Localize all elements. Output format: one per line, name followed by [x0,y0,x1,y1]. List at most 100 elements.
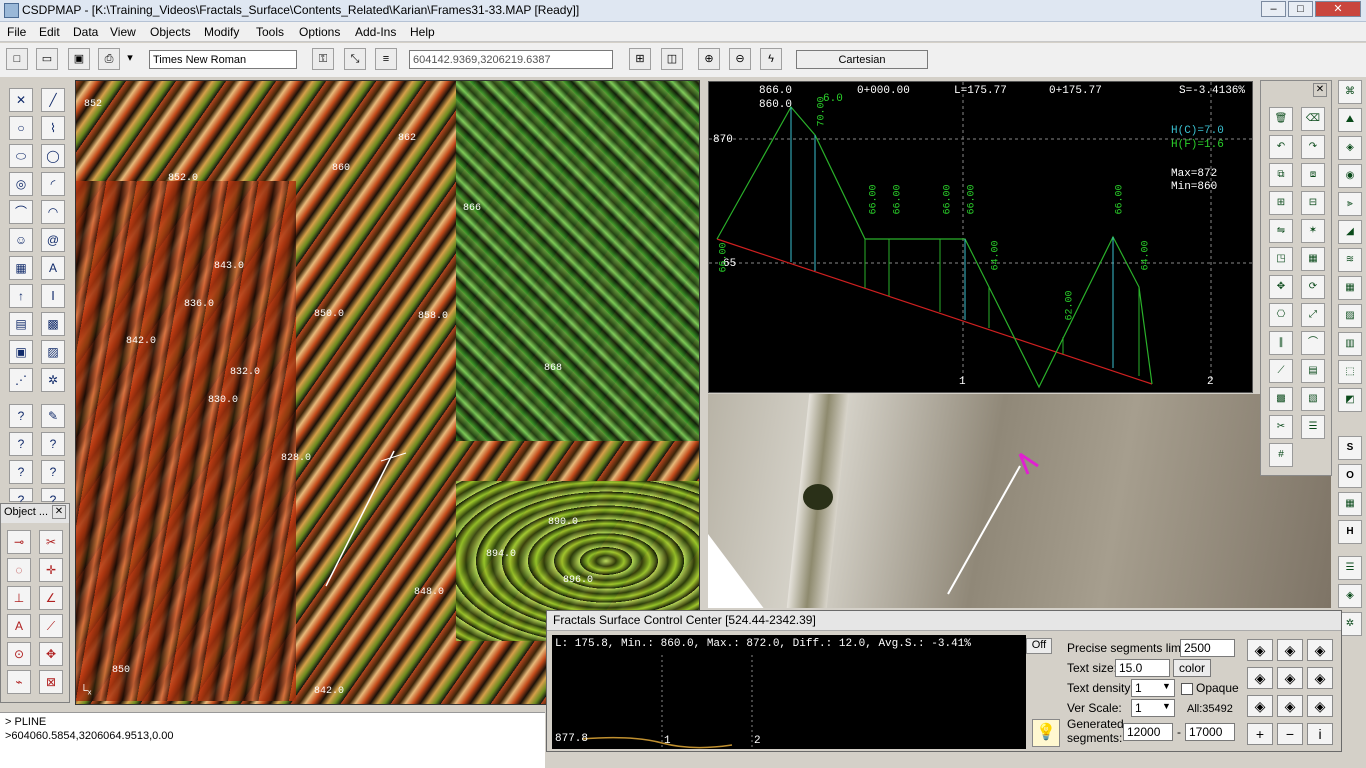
aerial-image-view[interactable] [708,394,1331,608]
grid-tool-icon[interactable]: # [1269,443,1293,467]
lightning-icon[interactable]: ϟ [760,48,782,70]
ungroup-icon[interactable]: ⊟ [1301,191,1325,215]
volume-icon[interactable]: ▦ [1338,276,1362,300]
array-icon[interactable]: ▦ [1301,247,1325,271]
mirror-icon[interactable]: ⇋ [1269,219,1293,243]
text-icon[interactable]: A [41,256,65,280]
snap-icon[interactable]: ⤡ [344,48,366,70]
menu-edit[interactable]: Edit [39,25,60,39]
menu-objects[interactable]: Objects [150,25,191,39]
zoom-in-icon[interactable]: ⊕ [698,48,720,70]
menu-help[interactable]: Help [410,25,435,39]
query-more-icon[interactable]: ? [9,488,33,507]
text-insert-icon[interactable]: Ⅰ [41,284,65,308]
contour-icon[interactable]: ≋ [1338,248,1362,272]
scale-icon[interactable]: ◳ [1269,247,1293,271]
cross-line-icon[interactable]: ✕ [9,88,33,112]
maximize-button[interactable]: □ [1288,1,1313,17]
arc-icon[interactable]: ◜ [41,172,65,196]
spiral-icon[interactable]: @ [41,228,65,252]
palette-icon[interactable]: ◈ [1338,584,1362,608]
move-icon[interactable]: ✥ [1269,275,1293,299]
endpoint-icon[interactable]: ⌁ [7,670,31,694]
fillet-icon[interactable]: ⌒ [1301,331,1325,355]
opaque-checkbox[interactable] [1181,683,1193,695]
surface-tool-icon[interactable]: ◈ [1277,695,1303,717]
image-tool-icon[interactable]: ▩ [1269,387,1293,411]
tangent-icon[interactable]: ⟋ [39,614,63,638]
line-icon[interactable]: ╱ [41,88,65,112]
gear-icon[interactable]: ✲ [41,368,65,392]
menu-tools[interactable]: Tools [256,25,284,39]
query-db-icon[interactable]: ? [41,432,65,456]
h-button[interactable]: H [1338,520,1362,544]
s-button[interactable]: S [1338,436,1362,460]
profile-view[interactable]: 866.0 860.0 6.0 0+000.00 L=175.77 0+175.… [708,81,1254,393]
open-folder-icon[interactable]: ▭ [36,48,58,70]
block-icon[interactable]: ▤ [9,312,33,336]
projection-field[interactable]: Cartesian [796,50,928,69]
north-arrow-icon[interactable]: ↑ [9,284,33,308]
print-dropdown-icon[interactable]: ▾ [122,48,138,70]
hatch-fill-icon[interactable]: ▧ [1301,387,1325,411]
parallel-icon[interactable]: ∥ [1269,331,1293,355]
query-circle-icon[interactable]: ? [9,460,33,484]
redo-icon[interactable]: ↷ [1301,135,1325,159]
text-size-input[interactable]: 15.0 [1115,659,1170,677]
map-icon[interactable]: ▦ [9,256,33,280]
smiley-icon[interactable]: ☺ [9,228,33,252]
angle-icon[interactable]: ∠ [39,586,63,610]
text-snap-icon[interactable]: A [7,614,31,638]
o-button[interactable]: O [1338,464,1362,488]
undo-icon[interactable]: ↶ [1269,135,1293,159]
plus-button[interactable]: + [1247,723,1273,745]
delete-icon[interactable]: 🗑 [1269,107,1293,131]
surface-tool-icon[interactable]: ◈ [1277,667,1303,689]
donut-icon[interactable]: ◎ [9,172,33,196]
circle-icon[interactable]: ○ [9,116,33,140]
surface-tool-icon[interactable]: ◈ [1277,639,1303,661]
ring-icon[interactable]: ◯ [41,144,65,168]
intersect-icon[interactable]: ⊠ [39,670,63,694]
layers-icon[interactable]: ≡ [375,48,397,70]
eraser-icon[interactable]: ⌫ [1301,107,1325,131]
chevron-down-icon[interactable]: ▼ [1162,701,1171,711]
menu-view[interactable]: View [110,25,136,39]
generated-to-input[interactable]: 17000 [1185,723,1235,741]
surface-tool-icon[interactable]: ◈ [1307,667,1333,689]
slope-icon[interactable]: ◢ [1338,220,1362,244]
close-button[interactable]: ✕ [1315,1,1361,17]
table-icon[interactable]: ▤ [1301,359,1325,383]
explode-icon[interactable]: ✶ [1301,219,1325,243]
arc-measure-icon[interactable]: ◠ [41,200,65,224]
image-icon[interactable]: ▨ [41,340,65,364]
paste-icon[interactable]: ⧈ [1301,163,1325,187]
grid-lines-icon[interactable]: ▦ [1338,492,1362,516]
print-icon[interactable]: ⎙ [98,48,120,70]
grid-view-icon[interactable]: ⊞ [629,48,651,70]
node-icon[interactable]: ⊙ [7,642,31,666]
save-icon[interactable]: ▣ [68,48,90,70]
snap-circle-icon[interactable]: ◌ [7,558,31,582]
split-line-icon[interactable]: ⊸ [7,530,31,554]
group-icon[interactable]: ⊞ [1269,191,1293,215]
query-more2-icon[interactable]: ? [41,488,65,507]
copy-icon[interactable]: ⧉ [1269,163,1293,187]
chevron-down-icon[interactable]: ▼ [1162,681,1171,691]
snap-center-icon[interactable]: ✛ [39,558,63,582]
surface-tool-icon[interactable]: ◈ [1307,695,1333,717]
minimize-button[interactable]: – [1261,1,1286,17]
info-button[interactable]: i [1307,723,1333,745]
surface-layer-icon[interactable]: ▥ [1338,332,1362,356]
curve-icon[interactable]: ⌒ [9,200,33,224]
menu-options[interactable]: Options [299,25,340,39]
elevation-icon[interactable]: ⛰ [1338,108,1362,132]
object-panel-close-icon[interactable]: ✕ [52,505,66,519]
generated-from-input[interactable]: 12000 [1123,723,1173,741]
menu-addins[interactable]: Add-Ins [355,25,396,39]
layers-stack-icon[interactable]: ☰ [1338,556,1362,580]
rotate-icon[interactable]: ⟳ [1301,275,1325,299]
surface-tool-icon[interactable]: ◈ [1247,695,1273,717]
fcc-off-button[interactable]: Off [1026,638,1052,654]
surface-tool-icon[interactable]: ◈ [1307,639,1333,661]
